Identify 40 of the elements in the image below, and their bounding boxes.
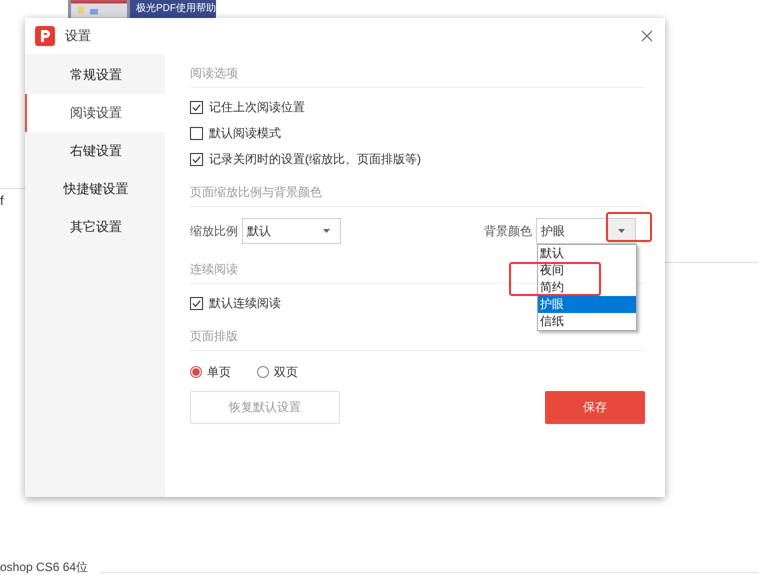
caret-icon (618, 229, 624, 233)
save-button[interactable]: 保存 (545, 391, 645, 424)
checkbox-label: 记录关闭时的设置(缩放比、页面排版等) (209, 150, 421, 168)
checkbox-label: 记住上次阅读位置 (209, 98, 305, 116)
close-icon[interactable] (641, 30, 653, 42)
sidebar-item[interactable]: 快捷键设置 (25, 170, 165, 208)
window-title: 设置 (65, 27, 92, 45)
section-heading: 页面排版 (190, 328, 238, 345)
checkbox[interactable] (190, 126, 203, 140)
app-logo-icon (35, 26, 55, 46)
dropdown-option[interactable]: 简约 (538, 279, 636, 296)
file-name-text: f (0, 193, 4, 208)
radio-button[interactable] (257, 366, 269, 378)
section-heading: 连续阅读 (190, 261, 238, 278)
dropdown-option[interactable]: 护眼 (538, 296, 636, 313)
sidebar-item[interactable]: 常规设置 (25, 56, 165, 94)
field-label: 缩放比例 (190, 222, 238, 240)
color-select[interactable]: 护眼 (536, 218, 636, 244)
sidebar-item[interactable]: 阅读设置 (25, 94, 165, 132)
checkbox[interactable] (190, 296, 203, 310)
dropdown-option[interactable]: 默认 (538, 245, 636, 262)
radio-label: 单页 (207, 364, 231, 380)
thumbnail-caption: 极光PDF使用帮助 (135, 2, 216, 16)
sidebar-item[interactable]: 右键设置 (25, 132, 165, 170)
thumbnail-card[interactable]: 极光PDF使用帮助 (68, 0, 216, 20)
section-heading: 页面缩放比例与背景颜色 (190, 184, 322, 201)
field-label: 背景颜色 (484, 222, 532, 240)
dropdown-option[interactable]: 信纸 (538, 313, 636, 330)
file-name-text: oshop CS6 64位 (0, 560, 88, 574)
section-heading: 阅读选项 (190, 65, 238, 82)
checkbox[interactable] (190, 100, 203, 114)
dropdown-option[interactable]: 夜间 (538, 262, 636, 279)
radio-label: 双页 (274, 364, 298, 380)
radio-button[interactable] (190, 366, 202, 378)
zoom-select[interactable]: 默认 (242, 218, 341, 244)
checkbox-label: 默认连续阅读 (209, 294, 281, 312)
sidebar-item[interactable]: 其它设置 (25, 208, 165, 246)
caret-icon (323, 229, 330, 233)
checkbox-label: 默认阅读模式 (209, 124, 281, 142)
checkbox[interactable] (190, 152, 203, 166)
